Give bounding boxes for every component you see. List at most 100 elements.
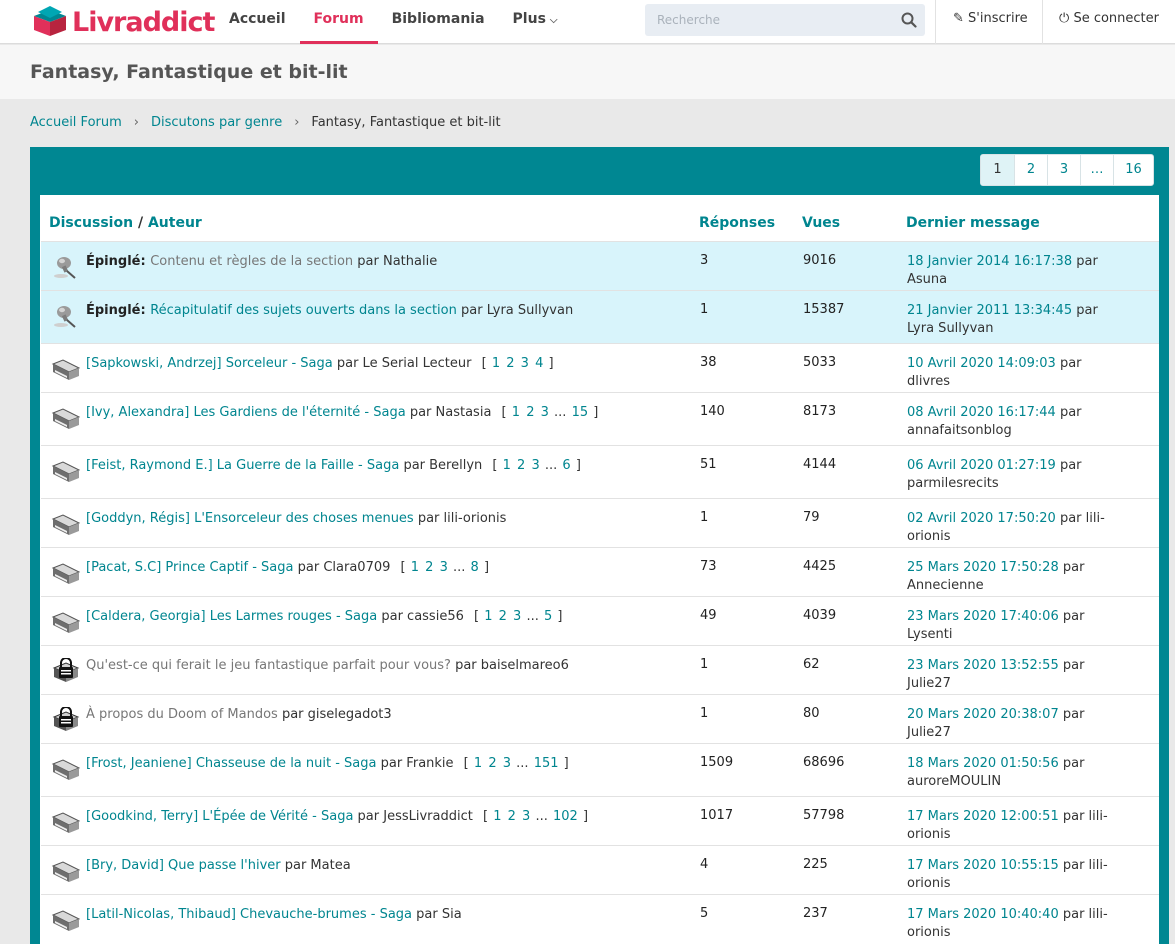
topic-row: [Feist, Raymond E.] La Guerre de la Fail…	[41, 445, 1159, 498]
last-message-date-link[interactable]: 08 Avril 2020 16:17:44	[907, 405, 1056, 420]
topic-row: [Goodkind, Terry] L'Épée de Vérité - Sag…	[41, 796, 1159, 845]
topic-views: 4425	[803, 559, 837, 574]
topic-page-link[interactable]: 4	[535, 356, 543, 371]
nav-forum[interactable]: Forum	[299, 0, 378, 44]
col-last-message[interactable]: Dernier message	[906, 215, 1040, 231]
topic-page-link[interactable]: 1	[492, 356, 500, 371]
topic-link[interactable]: [Goddyn, Régis] L'Ensorceleur des choses…	[86, 511, 414, 526]
topic-link[interactable]: À propos du Doom of Mandos	[86, 707, 278, 722]
topic-page-link[interactable]: 2	[499, 609, 507, 624]
topic-page-link[interactable]: 102	[553, 809, 578, 824]
topic-replies: 38	[700, 355, 717, 370]
breadcrumb-forum-home[interactable]: Accueil Forum	[30, 115, 122, 130]
topic-page-link[interactable]: 3	[541, 405, 549, 420]
page-title: Fantasy, Fantastique et bit-lit	[30, 61, 348, 83]
topic-title-cell: [Caldera, Georgia] Les Larmes rouges - S…	[86, 608, 686, 626]
topic-page-link[interactable]: 6	[562, 458, 570, 473]
col-views[interactable]: Vues	[802, 215, 840, 231]
topic-author: par baiselmareo6	[450, 658, 569, 673]
topic-page-link[interactable]: 5	[544, 609, 552, 624]
topic-views: 57798	[803, 808, 845, 823]
topic-page-link[interactable]: 2	[526, 405, 534, 420]
login-link[interactable]: ⏻ Se connecter	[1059, 0, 1159, 44]
page-3[interactable]: 3	[1047, 155, 1080, 185]
topic-views: 4144	[803, 457, 837, 472]
page-1[interactable]: 1	[981, 155, 1014, 185]
topic-last-message: 18 Mars 2020 01:50:56 par auroreMOULIN	[907, 755, 1127, 791]
search-box	[645, 4, 925, 36]
last-message-date-link[interactable]: 25 Mars 2020 17:50:28	[907, 560, 1059, 575]
topic-link[interactable]: [Goodkind, Terry] L'Épée de Vérité - Sag…	[86, 809, 353, 824]
topic-link[interactable]: [Feist, Raymond E.] La Guerre de la Fail…	[86, 458, 399, 473]
last-message-date-link[interactable]: 10 Avril 2020 14:09:03	[907, 356, 1056, 371]
topic-page-link[interactable]: 2	[508, 809, 516, 824]
search-input[interactable]	[645, 4, 885, 36]
topic-title-cell: [Goodkind, Terry] L'Épée de Vérité - Sag…	[86, 808, 686, 826]
topic-page-link[interactable]: 1	[484, 609, 492, 624]
nav-bibliomania[interactable]: Bibliomania	[378, 0, 499, 44]
site-logo[interactable]: Livraddict	[30, 0, 215, 44]
topic-last-message: 10 Avril 2020 14:09:03 par dlivres	[907, 355, 1127, 391]
last-message-date-link[interactable]: 17 Mars 2020 10:40:40	[907, 907, 1059, 922]
last-message-date-link[interactable]: 23 Mars 2020 13:52:55	[907, 658, 1059, 673]
topic-page-link[interactable]: 3	[531, 458, 539, 473]
last-message-date-link[interactable]: 20 Mars 2020 20:38:07	[907, 707, 1059, 722]
page-16[interactable]: 16	[1113, 155, 1153, 185]
topic-views: 4039	[803, 608, 837, 623]
breadcrumb-genre[interactable]: Discutons par genre	[151, 115, 282, 130]
topic-page-link[interactable]: 2	[506, 356, 514, 371]
topic-link[interactable]: [Caldera, Georgia] Les Larmes rouges - S…	[86, 609, 377, 624]
last-message-date-link[interactable]: 02 Avril 2020 17:50:20	[907, 511, 1056, 526]
last-message-date-link[interactable]: 18 Mars 2020 01:50:56	[907, 756, 1059, 771]
topic-page-link[interactable]: 2	[488, 756, 496, 771]
last-message-date-link[interactable]: 17 Mars 2020 12:00:51	[907, 809, 1059, 824]
last-message-date-link[interactable]: 06 Avril 2020 01:27:19	[907, 458, 1056, 473]
topic-page-link[interactable]: 2	[425, 560, 433, 575]
topic-link[interactable]: Contenu et règles de la section	[150, 254, 353, 269]
signup-link[interactable]: ✎ S'inscrire	[953, 0, 1028, 44]
topic-views: 8173	[803, 404, 837, 419]
last-message-date-link[interactable]: 18 Janvier 2014 16:17:38	[907, 254, 1072, 269]
table-header: Discussion / Auteur Réponses Vues Dernie…	[49, 213, 1159, 241]
topic-link[interactable]: [Pacat, S.C] Prince Captif - Saga	[86, 560, 294, 575]
topic-link[interactable]: [Latil-Nicolas, Thibaud] Chevauche-brume…	[86, 907, 412, 922]
topic-link[interactable]: Qu'est-ce qui ferait le jeu fantastique …	[86, 658, 451, 673]
last-message-date-link[interactable]: 17 Mars 2020 10:55:15	[907, 858, 1059, 873]
topic-link[interactable]: Récapitulatif des sujets ouverts dans la…	[150, 303, 457, 318]
last-message-date-link[interactable]: 21 Janvier 2011 13:34:45	[907, 303, 1072, 318]
topic-link[interactable]: [Sapkowski, Andrzej] Sorceleur - Saga	[86, 356, 333, 371]
topic-page-link[interactable]: 8	[471, 560, 479, 575]
topic-row: [Frost, Jeaniene] Chasseuse de la nuit -…	[41, 743, 1159, 796]
topic-page-link[interactable]: 3	[440, 560, 448, 575]
topic-page-link[interactable]: 151	[534, 756, 559, 771]
last-message-date-link[interactable]: 23 Mars 2020 17:40:06	[907, 609, 1059, 624]
topic-views: 225	[803, 857, 828, 872]
topic-page-link[interactable]: 1	[512, 405, 520, 420]
topic-last-message: 23 Mars 2020 17:40:06 par Lysenti	[907, 608, 1127, 644]
topic-page-link[interactable]: 3	[503, 756, 511, 771]
topic-link[interactable]: [Bry, David] Que passe l'hiver	[86, 858, 281, 873]
topic-page-link[interactable]: 1	[474, 756, 482, 771]
topic-page-link[interactable]: 3	[513, 609, 521, 624]
pushpin-icon	[51, 303, 81, 329]
col-discussion[interactable]: Discussion / Auteur	[49, 215, 202, 231]
topic-page-link[interactable]: 1	[411, 560, 419, 575]
topic-page-link[interactable]: 1	[503, 458, 511, 473]
topic-views: 237	[803, 906, 828, 921]
topic-last-message: 17 Mars 2020 10:55:15 par lili-orionis	[907, 857, 1127, 893]
topic-page-link[interactable]: 3	[521, 356, 529, 371]
page-2[interactable]: 2	[1014, 155, 1047, 185]
topic-views: 62	[803, 657, 820, 672]
col-replies[interactable]: Réponses	[699, 215, 775, 231]
topic-page-link[interactable]: 2	[517, 458, 525, 473]
topic-page-link[interactable]: 3	[522, 809, 530, 824]
topic-replies: 1017	[700, 808, 734, 823]
topic-link[interactable]: [Ivy, Alexandra] Les Gardiens de l'étern…	[86, 405, 406, 420]
topic-page-link[interactable]: 15	[572, 405, 589, 420]
topic-page-link[interactable]: 1	[493, 809, 501, 824]
topic-views: 15387	[803, 302, 845, 317]
search-icon[interactable]	[901, 12, 917, 28]
nav-plus[interactable]: Plus ⌵	[499, 0, 572, 44]
topic-link[interactable]: [Frost, Jeaniene] Chasseuse de la nuit -…	[86, 756, 376, 771]
nav-accueil[interactable]: Accueil	[215, 0, 300, 44]
